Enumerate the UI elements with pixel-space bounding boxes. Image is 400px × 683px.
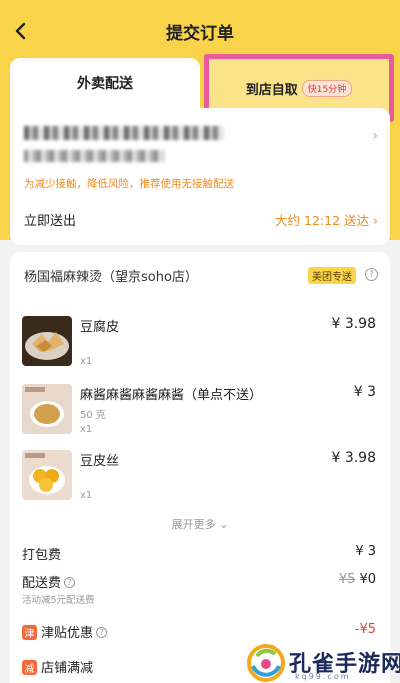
fast-badge: 快15分钟	[301, 79, 353, 97]
site-watermark: 孔雀手游网 kq99.com	[245, 640, 400, 683]
item-price: ¥ 3	[353, 384, 376, 400]
contact-text-redacted	[24, 150, 164, 162]
tab-pickup-label: 到店自取	[245, 82, 298, 98]
help-icon[interactable]: ?	[64, 577, 76, 588]
back-button[interactable]	[8, 19, 32, 43]
item-name: 豆腐皮	[80, 320, 120, 335]
delivery-time-row[interactable]: 立即送出 大约 12:12 送达 ›	[24, 210, 378, 230]
item-spec: 50 克	[80, 410, 106, 421]
order-card: 杨国福麻辣烫（望京soho店） 美团专送 ? 豆腐皮 x1 ¥ 3.98 麻酱麻…	[10, 252, 390, 683]
item-name: 豆皮丝	[80, 454, 120, 469]
discount-icon: 减	[22, 660, 37, 675]
subsidy-icon: 津	[22, 625, 37, 640]
delivery-fee-value: ¥5 ¥0	[339, 572, 376, 587]
item-image-tofu-shreds	[22, 450, 72, 500]
item-qty: x1	[80, 356, 93, 367]
packing-fee-value: ¥ 3	[355, 544, 376, 559]
help-icon[interactable]: ?	[96, 627, 108, 638]
address-card: › 为减少接触，降低风险，推荐使用无接触配送 立即送出 大约 12:12 送达 …	[10, 108, 390, 245]
shop-discount-label: 店铺满减	[41, 661, 94, 676]
subsidy-value: -¥5	[354, 622, 376, 637]
shop-row: 杨国福麻辣烫（望京soho店） 美团专送 ?	[24, 266, 378, 286]
contactless-tip: 为减少接触，降低风险，推荐使用无接触配送	[24, 178, 234, 190]
delivery-fee-label: 配送费	[22, 576, 62, 591]
shop-name: 杨国福麻辣烫（望京soho店）	[24, 270, 198, 285]
item-name: 麻酱麻酱麻酱麻酱（单点不送）	[80, 388, 263, 403]
list-item: 豆皮丝 x1 ¥ 3.98	[22, 450, 378, 510]
watermark-url: kq99.com	[295, 672, 351, 681]
delivery-mode-tabs: 外卖配送 到店自取 快15分钟	[10, 54, 394, 122]
help-icon[interactable]: ?	[365, 268, 378, 281]
delivery-fee-original: ¥5	[338, 572, 356, 587]
list-item: 麻酱麻酱麻酱麻酱（单点不送） 50 克 x1 ¥ 3	[22, 384, 378, 444]
subsidy-row[interactable]: 津津贴优惠? -¥5	[22, 622, 378, 642]
item-qty: x1	[80, 490, 93, 501]
item-price: ¥ 3.98	[331, 316, 376, 332]
packing-fee-row: 打包费 ¥ 3	[22, 544, 378, 564]
tab-delivery[interactable]: 外卖配送	[10, 58, 200, 108]
peacock-logo-icon	[247, 644, 285, 682]
chevron-left-icon	[15, 22, 26, 40]
list-item: 豆腐皮 x1 ¥ 3.98	[22, 316, 378, 376]
delivery-badge: 美团专送	[308, 267, 356, 284]
eta-label[interactable]: 大约 12:12 送达 ›	[275, 210, 378, 229]
item-price: ¥ 3.98	[331, 450, 376, 466]
expand-more-button[interactable]: 展开更多 ⌄	[10, 516, 390, 532]
delivery-fee-note: 活动减5元配送费	[22, 595, 95, 606]
item-image-sesame-sauce	[22, 384, 72, 434]
item-qty: x1	[80, 424, 93, 435]
page-title: 提交订单	[166, 23, 234, 44]
header: 提交订单	[0, 0, 400, 62]
item-image-tofu-skin	[22, 316, 72, 366]
deliver-now-label: 立即送出	[24, 214, 77, 229]
chevron-right-icon[interactable]: ›	[372, 128, 378, 144]
delivery-fee-final: ¥0	[359, 572, 376, 587]
address-text-redacted[interactable]	[24, 126, 224, 140]
delivery-fee-row: 配送费? ¥5 ¥0	[22, 572, 378, 592]
packing-fee-label: 打包费	[22, 548, 62, 563]
subsidy-label: 津贴优惠	[41, 626, 94, 641]
